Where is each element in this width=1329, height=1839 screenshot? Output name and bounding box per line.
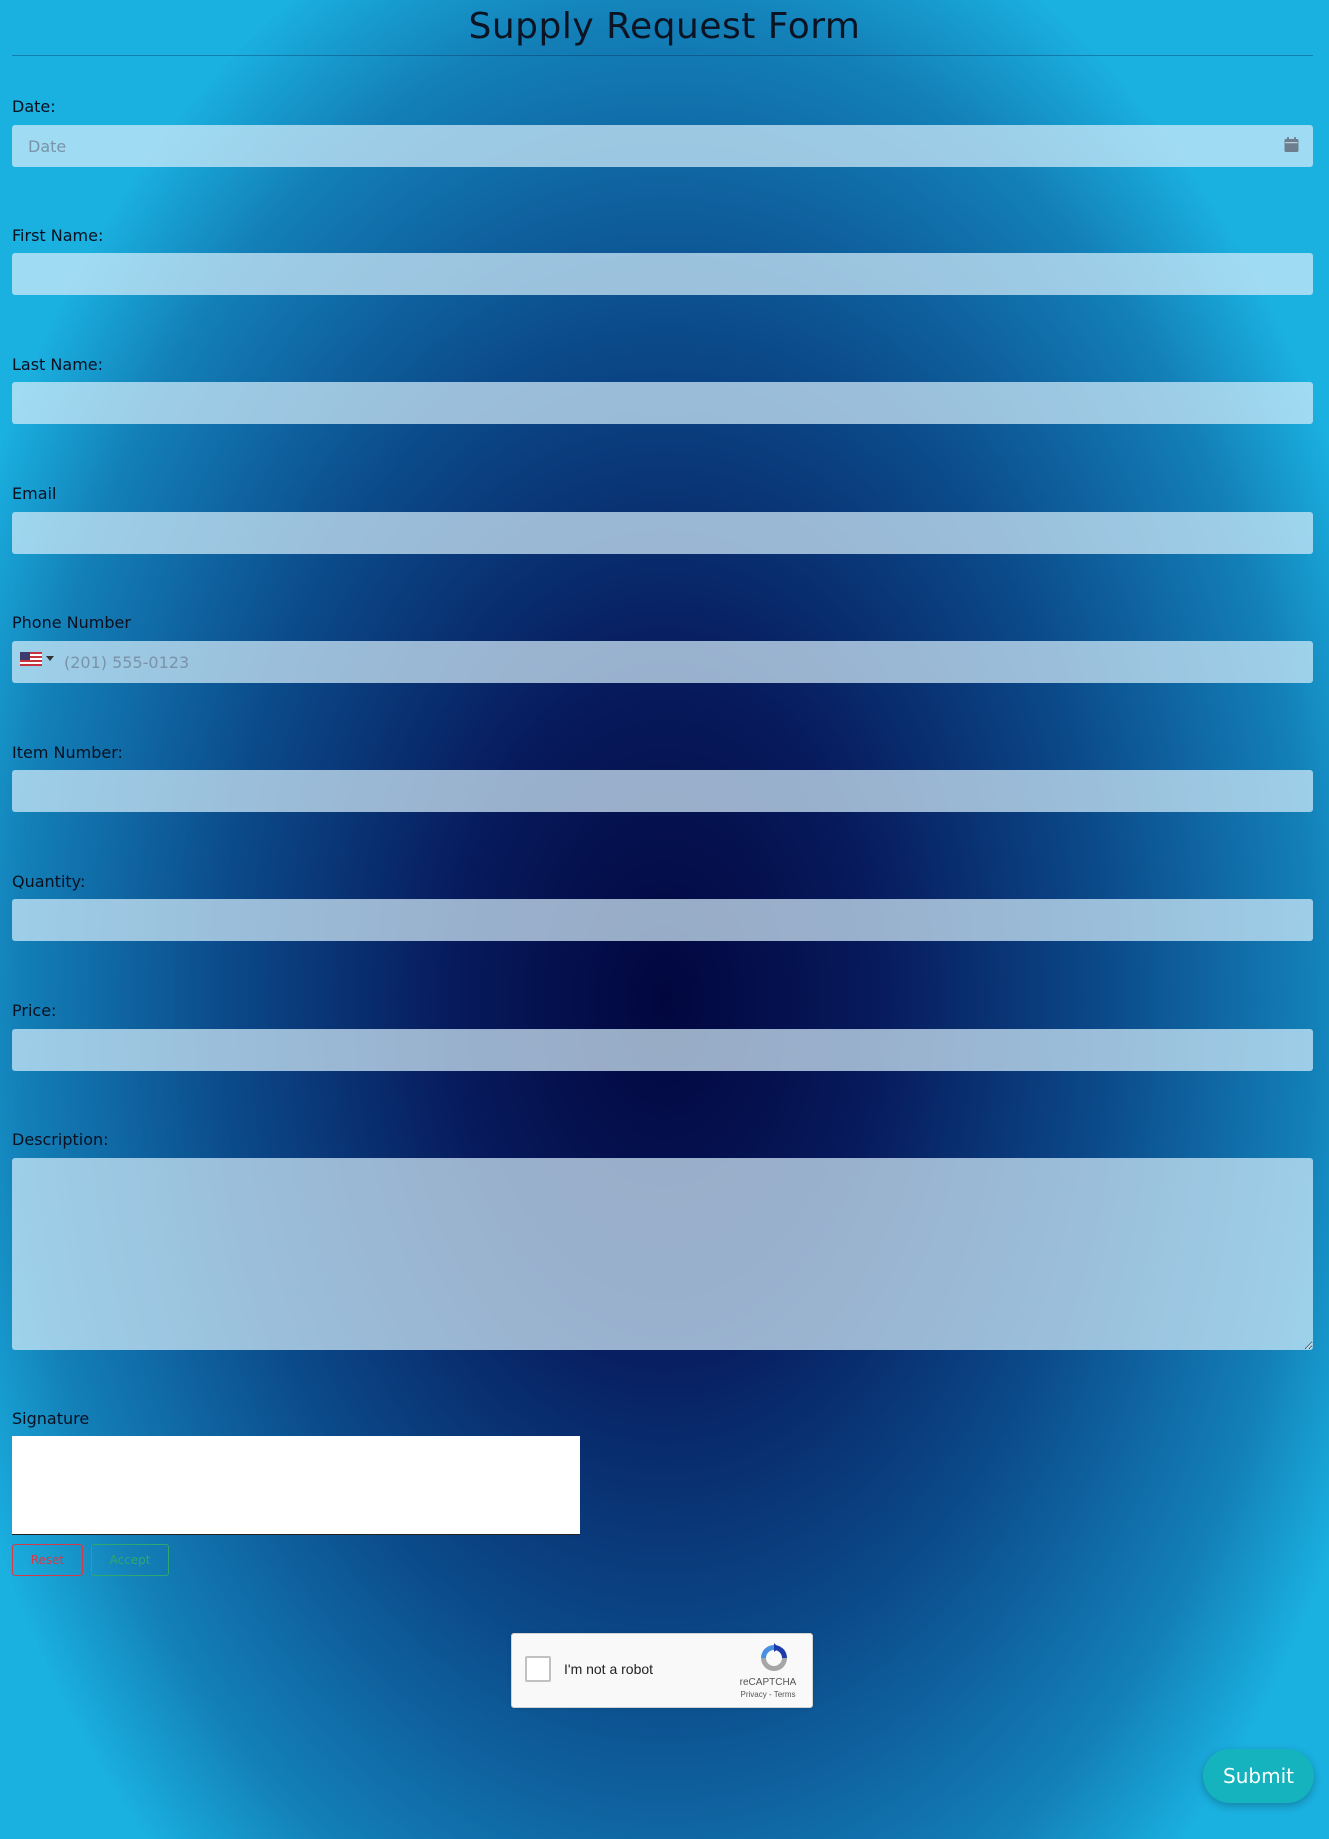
- recaptcha-label: I'm not a robot: [564, 1661, 654, 1677]
- price-label: Price:: [12, 1001, 57, 1020]
- email-label: Email: [12, 484, 57, 503]
- calendar-icon[interactable]: [1284, 137, 1299, 152]
- first-name-label: First Name:: [12, 226, 104, 245]
- recaptcha-logo-icon: [761, 1643, 787, 1671]
- chevron-down-icon: [46, 656, 54, 661]
- recaptcha-links[interactable]: Privacy - Terms: [728, 1690, 808, 1699]
- date-input[interactable]: [12, 125, 1313, 167]
- us-flag-icon: [20, 652, 42, 666]
- quantity-input[interactable]: [12, 899, 1313, 941]
- last-name-label: Last Name:: [12, 355, 104, 374]
- description-textarea[interactable]: [12, 1158, 1313, 1350]
- page-title: Supply Request Form: [468, 6, 861, 47]
- recaptcha-widget: I'm not a robot reCAPTCHA Privacy - Term…: [511, 1633, 813, 1708]
- description-label: Description:: [12, 1130, 109, 1149]
- item-number-input[interactable]: [12, 770, 1313, 812]
- signature-label: Signature: [12, 1409, 90, 1428]
- signature-reset-button[interactable]: Reset: [12, 1544, 83, 1576]
- phone-input[interactable]: [12, 641, 1313, 683]
- email-input[interactable]: [12, 512, 1313, 554]
- title-divider: [12, 55, 1313, 56]
- item-number-label: Item Number:: [12, 743, 123, 762]
- submit-button[interactable]: Submit: [1203, 1749, 1314, 1803]
- price-input[interactable]: [12, 1029, 1313, 1071]
- signature-pad[interactable]: [12, 1436, 580, 1535]
- supply-request-page: Supply Request Form Date: First Name: La…: [0, 0, 1329, 1839]
- date-label: Date:: [12, 97, 56, 116]
- phone-country-select[interactable]: [20, 652, 54, 666]
- last-name-input[interactable]: [12, 382, 1313, 424]
- signature-accept-button[interactable]: Accept: [91, 1544, 169, 1576]
- recaptcha-checkbox[interactable]: [525, 1656, 551, 1682]
- recaptcha-brand: reCAPTCHA: [739, 1677, 797, 1688]
- phone-label: Phone Number: [12, 613, 131, 632]
- first-name-input[interactable]: [12, 253, 1313, 295]
- quantity-label: Quantity:: [12, 872, 86, 891]
